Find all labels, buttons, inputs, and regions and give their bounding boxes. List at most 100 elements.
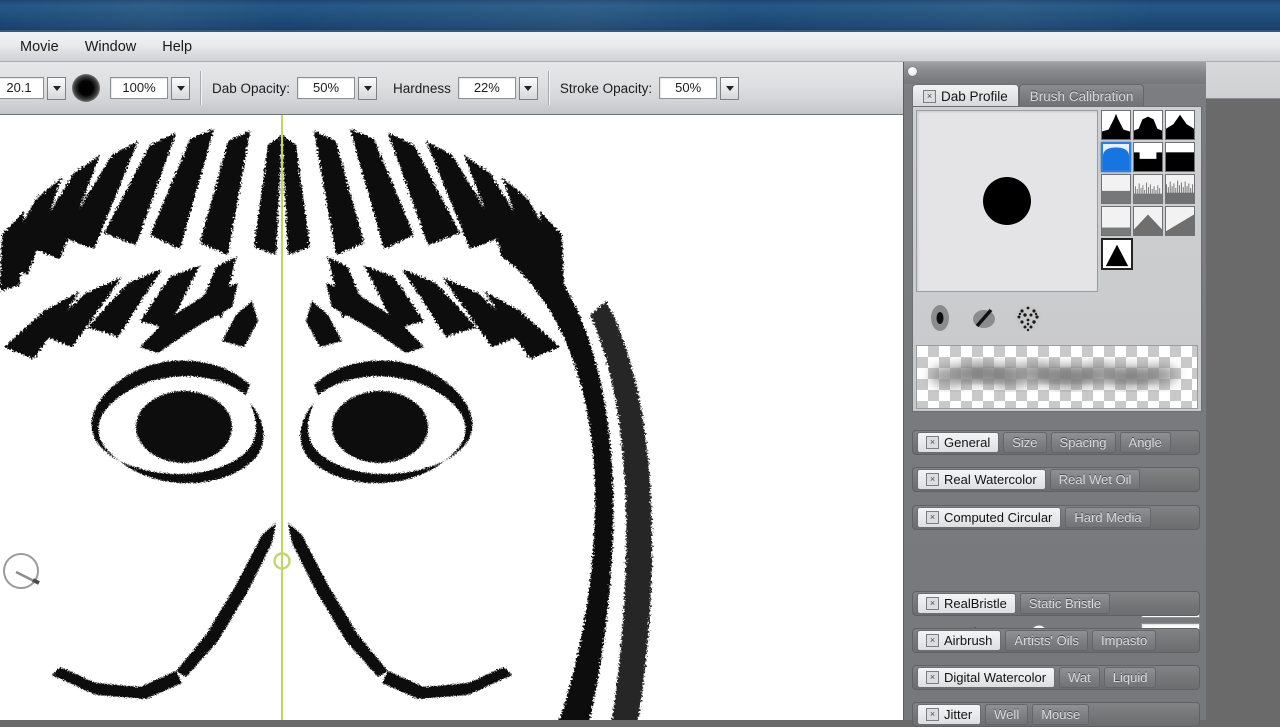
- desktop-background-strip: [0, 0, 1280, 32]
- enable-checkbox-icon[interactable]: ×: [926, 511, 939, 524]
- tab-liquid[interactable]: Liquid: [1103, 667, 1157, 688]
- tab-artists-oils[interactable]: Artists' Oils: [1005, 630, 1089, 651]
- dab-shape-circle: [983, 177, 1031, 225]
- drawing-canvas[interactable]: [0, 115, 905, 720]
- menu-item-help[interactable]: Help: [150, 36, 204, 58]
- tab-digital-watercolor[interactable]: × Digital Watercolor: [917, 667, 1056, 688]
- dab-profile-thumbnail-grid: [1101, 110, 1197, 236]
- textured-dab-icon[interactable]: [1013, 302, 1043, 334]
- tab-brush-calibration-label: Brush Calibration: [1029, 88, 1134, 104]
- tab-realbristle[interactable]: × RealBristle: [917, 593, 1016, 614]
- tab-mouse[interactable]: Mouse: [1032, 704, 1090, 725]
- tab-real-watercolor[interactable]: × Real Watercolor: [917, 469, 1046, 490]
- stroke-opacity-label: Stroke Opacity:: [559, 80, 653, 96]
- profile-sharp-triangle[interactable]: [1101, 238, 1133, 270]
- hardness-input[interactable]: 22%: [457, 77, 516, 99]
- section-jitter[interactable]: × Jitter Well Mouse: [912, 702, 1200, 727]
- stroke-preview: [916, 345, 1198, 409]
- tab-real-watercolor-label: Real Watercolor: [944, 472, 1037, 487]
- profile-ramp-right[interactable]: [1165, 206, 1195, 236]
- brush-size-dropdown-button[interactable]: [47, 76, 66, 100]
- dab-profile-panel: [912, 106, 1202, 412]
- chevron-down-icon: [524, 85, 533, 91]
- section-realbristle[interactable]: × RealBristle Static Bristle: [912, 591, 1200, 616]
- chevron-down-icon: [52, 85, 61, 91]
- dab-opacity-group: Dab Opacity: 50%: [212, 76, 378, 100]
- workspace-topcap-right: [1205, 62, 1280, 99]
- profile-bristle-fine[interactable]: [1133, 174, 1163, 204]
- brush-size-input[interactable]: 20.1: [0, 77, 44, 99]
- dab-profile-tab-row: × Dab Profile Brush Calibration: [912, 84, 1200, 107]
- profile-flat-dome-selected[interactable]: [1101, 142, 1131, 172]
- workspace-background-right: [1205, 62, 1280, 720]
- tab-wat[interactable]: Wat: [1059, 667, 1100, 688]
- palette-collapse-dot-icon[interactable]: [908, 67, 917, 76]
- tab-static-bristle[interactable]: Static Bristle: [1019, 593, 1111, 614]
- brush-size-group: 20.1: [0, 76, 66, 100]
- tab-general-label: General: [944, 435, 991, 450]
- tab-well[interactable]: Well: [985, 704, 1029, 725]
- profile-wide-dome[interactable]: [1165, 110, 1195, 140]
- tab-spacing[interactable]: Spacing: [1050, 432, 1116, 453]
- stroke-preview-smear: [930, 361, 1177, 389]
- profile-pointed-peak[interactable]: [1101, 110, 1131, 140]
- section-general[interactable]: × General Size Spacing Angle: [912, 430, 1200, 455]
- dab-type-icon-row: [919, 297, 1105, 339]
- menu-item-window[interactable]: Window: [73, 36, 149, 58]
- profile-flat-wide[interactable]: [1133, 142, 1163, 172]
- menu-bar: Movie Window Help: [0, 32, 1280, 62]
- tab-angle[interactable]: Angle: [1119, 432, 1171, 453]
- stroke-opacity-dropdown-button[interactable]: [720, 76, 740, 100]
- opacity-dropdown-button[interactable]: [171, 76, 190, 100]
- enable-checkbox-icon[interactable]: ×: [926, 597, 939, 610]
- profile-bristle-dense[interactable]: [1165, 174, 1195, 204]
- profile-medium-dome[interactable]: [1133, 110, 1163, 140]
- tab-airbrush[interactable]: × Airbrush: [917, 630, 1002, 651]
- toolbar-separator-2: [547, 71, 550, 105]
- dab-opacity-dropdown-button[interactable]: [358, 76, 378, 100]
- tab-real-wet-oil[interactable]: Real Wet Oil: [1049, 469, 1141, 490]
- menu-item-movie[interactable]: Movie: [8, 36, 71, 58]
- enable-checkbox-icon[interactable]: ×: [926, 473, 939, 486]
- toolbar-separator: [200, 71, 202, 105]
- profile-flat-block[interactable]: [1165, 142, 1195, 172]
- tab-computed-circular-label: Computed Circular: [944, 510, 1053, 525]
- hardness-label: Hardness: [393, 80, 451, 96]
- chevron-down-icon: [176, 85, 185, 91]
- tab-impasto[interactable]: Impasto: [1092, 630, 1157, 651]
- enable-checkbox-icon[interactable]: ×: [926, 708, 939, 721]
- section-digital-watercolor[interactable]: × Digital Watercolor Wat Liquid: [912, 665, 1200, 690]
- brush-dab-preview-swatch[interactable]: [72, 74, 100, 102]
- enable-checkbox-icon[interactable]: ×: [923, 89, 936, 103]
- circular-dab-icon[interactable]: [925, 302, 955, 334]
- enable-checkbox-icon[interactable]: ×: [926, 634, 939, 647]
- tab-brush-calibration[interactable]: Brush Calibration: [1018, 84, 1145, 107]
- hardness-dropdown-button[interactable]: [518, 76, 538, 100]
- section-airbrush[interactable]: × Airbrush Artists' Oils Impasto: [912, 628, 1200, 653]
- tab-hard-media[interactable]: Hard Media: [1065, 507, 1151, 528]
- tab-computed-circular[interactable]: × Computed Circular: [917, 507, 1062, 528]
- enable-checkbox-icon[interactable]: ×: [926, 436, 939, 449]
- profile-flat-half[interactable]: [1101, 174, 1131, 204]
- section-computed-circular[interactable]: × Computed Circular Hard Media: [912, 505, 1200, 530]
- enable-checkbox-icon[interactable]: ×: [926, 671, 939, 684]
- profile-low-flat[interactable]: [1101, 206, 1131, 236]
- tab-jitter[interactable]: × Jitter: [917, 704, 982, 725]
- captured-dab-icon[interactable]: [969, 302, 999, 334]
- stroke-opacity-input[interactable]: 50%: [659, 77, 718, 99]
- dab-profile-extra-thumbnail: [1101, 238, 1133, 270]
- tab-dab-profile[interactable]: × Dab Profile: [912, 84, 1019, 107]
- palette-drag-grip[interactable]: [904, 62, 1206, 84]
- tab-airbrush-label: Airbrush: [944, 633, 993, 648]
- chevron-down-icon: [363, 85, 372, 91]
- dab-opacity-input[interactable]: 50%: [297, 77, 356, 99]
- tab-size[interactable]: Size: [1003, 432, 1047, 453]
- section-real-watercolor[interactable]: × Real Watercolor Real Wet Oil: [912, 467, 1200, 492]
- brush-controls-palette: × Dab Profile Brush Calibration × Genera…: [903, 62, 1206, 727]
- tab-digital-watercolor-label: Digital Watercolor: [944, 670, 1047, 685]
- tab-general[interactable]: × General: [917, 432, 1000, 453]
- brush-property-toolbar: 20.1 100% Dab Opacity: 50% Hardness 22% …: [0, 62, 905, 115]
- profile-triangle-center[interactable]: [1133, 206, 1163, 236]
- dab-opacity-label: Dab Opacity:: [212, 80, 291, 96]
- opacity-input[interactable]: 100%: [110, 77, 168, 99]
